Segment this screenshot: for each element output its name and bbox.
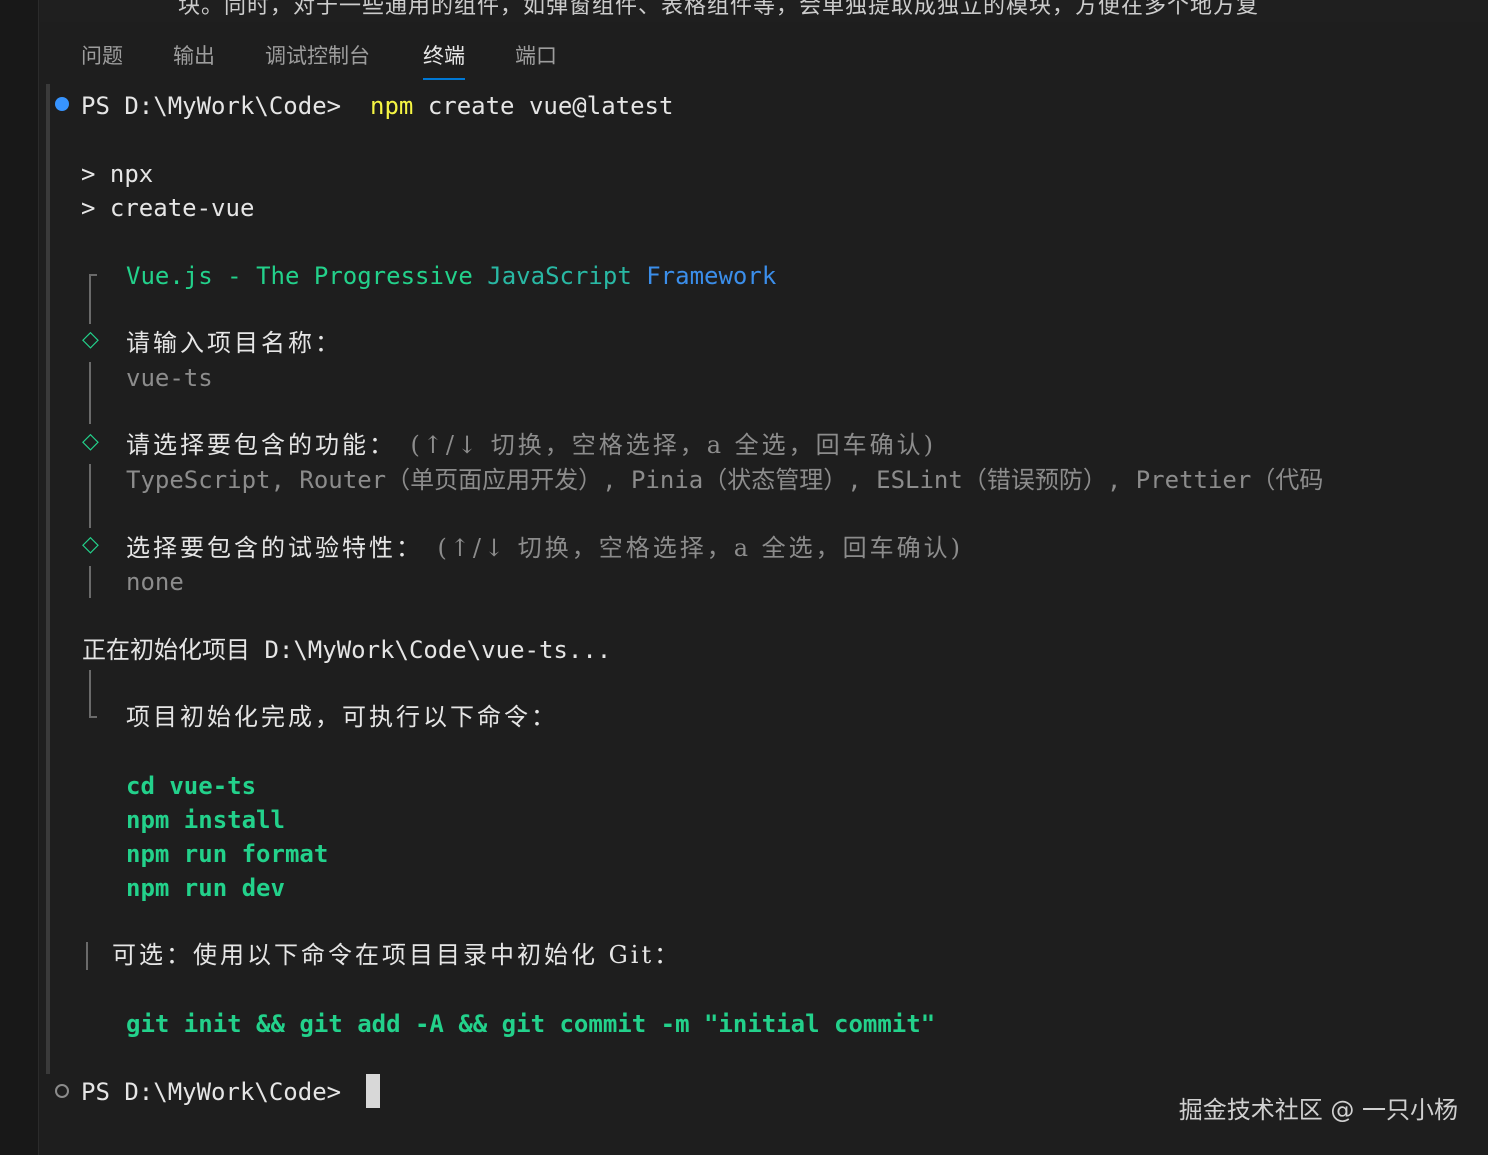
create-vue-line: > create-vue — [81, 194, 255, 222]
tree-line — [86, 942, 88, 970]
command-npm: npm — [370, 92, 414, 120]
question-features-hint: (↑/↓ 切换，空格选择，a 全选，回车确认) — [410, 431, 937, 459]
question-experimental: 选择要包含的试验特性： (↑/↓ 切换，空格选择，a 全选，回车确认) — [126, 533, 963, 563]
vscode-window: 块。同时，对于一些通用的组件，如弹窗组件、表格组件等，会单独提取成独立的模块，方… — [0, 0, 1488, 1155]
tab-terminal[interactable]: 终端 — [423, 40, 465, 80]
command-args: create vue@latest — [427, 92, 674, 120]
next-cmd-format: npm run format — [126, 840, 329, 868]
terminal-panel[interactable]: PS D:\MyWork\Code> npm create vue@latest… — [40, 84, 1488, 1155]
tree-line — [89, 566, 91, 598]
activity-strip — [0, 0, 39, 1155]
tree-line — [89, 670, 91, 718]
question-features-label: 请选择要包含的功能： — [126, 431, 396, 459]
banner-javascript: JavaScript — [487, 262, 632, 290]
banner-progressive: Progressive — [313, 262, 473, 290]
answer-project-name: vue-ts — [126, 364, 213, 392]
question-experimental-hint: (↑/↓ 切换，空格选择，a 全选，回车确认) — [437, 534, 964, 562]
tree-line — [89, 464, 91, 528]
command-pending-dot-icon[interactable] — [55, 1084, 69, 1098]
optional-git-line: 可选：使用以下命令在项目目录中初始化 Git： — [112, 941, 682, 969]
editor-partial-text: 块。同时，对于一些通用的组件，如弹窗组件、表格组件等，会单独提取成独立的模块，方… — [40, 0, 1488, 22]
diamond-icon: ◇ — [82, 327, 99, 352]
terminal-cursor — [366, 1074, 380, 1108]
prompt-line-2: PS D:\MyWork\Code> — [81, 1078, 342, 1106]
banner-vue: Vue.js — [126, 262, 213, 290]
question-project-name: 请输入项目名称： — [126, 329, 342, 357]
next-cmd-dev: npm run dev — [126, 874, 285, 902]
git-init-command: git init && git add -A && git commit -m … — [126, 1010, 936, 1038]
tab-output[interactable]: 输出 — [173, 40, 215, 70]
panel-tabbar: 问题 输出 调试控制台 终端 端口 — [40, 22, 1488, 84]
tab-problems[interactable]: 问题 — [81, 40, 123, 70]
tab-ports[interactable]: 端口 — [515, 40, 557, 70]
tree-line — [89, 362, 91, 424]
command-decoration-bar — [46, 84, 50, 1074]
tree-corner — [89, 716, 97, 718]
question-experimental-label: 选择要包含的试验特性： — [126, 534, 423, 562]
answer-experimental: none — [126, 568, 184, 596]
tree-corner — [89, 274, 97, 276]
next-cmd-cd: cd vue-ts — [126, 772, 257, 800]
banner-the: The — [256, 262, 300, 290]
prompt-line-1: PS D:\MyWork\Code> npm create vue@latest — [81, 91, 673, 121]
command-success-dot-icon[interactable] — [55, 97, 69, 111]
prompt-path: PS D:\MyWork\Code> — [81, 92, 342, 120]
tree-line — [89, 274, 91, 324]
answer-features: TypeScript, Router（单页面应用开发）, Pinia（状态管理）… — [126, 466, 1324, 494]
banner-dash: - — [227, 262, 242, 290]
tab-debug-console[interactable]: 调试控制台 — [265, 40, 370, 70]
banner-framework: Framework — [646, 262, 777, 290]
init-line: 正在初始化项目 D:\MyWork\Code\vue-ts... — [82, 636, 612, 664]
npx-line: > npx — [81, 160, 154, 188]
vue-banner: Vue.js - The Progressive JavaScript Fram… — [126, 261, 776, 291]
watermark: 掘金技术社区 @ 一只小杨 — [1178, 1096, 1458, 1124]
diamond-icon: ◇ — [82, 532, 99, 557]
done-line: 项目初始化完成，可执行以下命令： — [126, 703, 558, 731]
editor-partial-line: 块。同时，对于一些通用的组件，如弹窗组件、表格组件等，会单独提取成独立的模块，方… — [178, 0, 1260, 19]
diamond-icon: ◇ — [82, 429, 99, 454]
question-features: 请选择要包含的功能： (↑/↓ 切换，空格选择，a 全选，回车确认) — [126, 430, 936, 460]
next-cmd-install: npm install — [126, 806, 285, 834]
